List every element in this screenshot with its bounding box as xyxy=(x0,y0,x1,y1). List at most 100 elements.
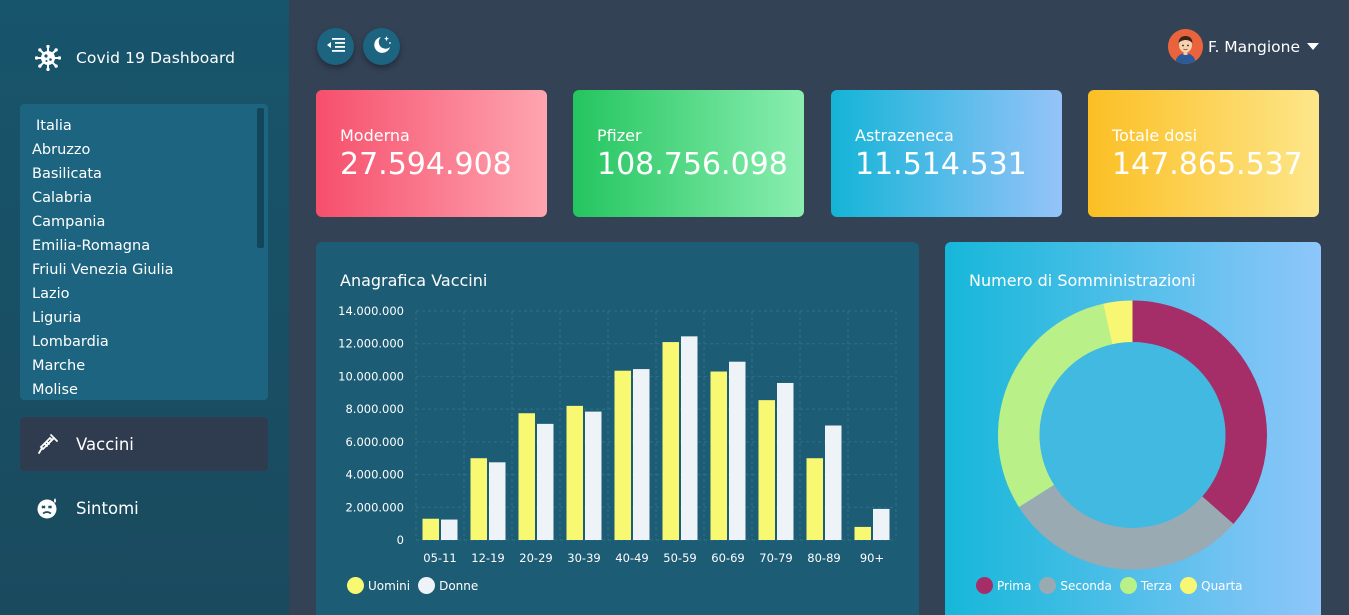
stat-card-moderna: Moderna 27.594.908 xyxy=(316,90,547,217)
y-tick-label: 12.000.000 xyxy=(338,337,404,351)
region-item-molise[interactable]: Molise xyxy=(32,380,268,400)
bar-uomini[interactable] xyxy=(422,518,440,540)
bar-donne[interactable] xyxy=(873,508,890,540)
legend-item-uomini[interactable]: Uomini xyxy=(347,577,410,594)
region-item-friuli-venezia-giulia[interactable]: Friuli Venezia Giulia xyxy=(32,260,268,284)
legend-swatch xyxy=(418,577,436,594)
bar-donne[interactable] xyxy=(825,425,842,541)
donut-chart-panel: Numero di Somministrazioni Prima Seconda… xyxy=(945,242,1321,615)
user-menu[interactable]: F. Mangione xyxy=(1168,29,1319,64)
y-tick-label: 2.000.000 xyxy=(345,500,404,514)
legend-item-quarta[interactable]: Quarta xyxy=(1180,577,1243,594)
brand[interactable]: Covid 19 Dashboard xyxy=(34,44,235,72)
legend-swatch xyxy=(1039,577,1057,594)
x-tick-label: 90+ xyxy=(860,551,884,565)
bar-donne[interactable] xyxy=(681,336,698,540)
legend-swatch xyxy=(976,577,993,594)
region-item-campania[interactable]: Campania xyxy=(32,212,268,236)
region-list-scrollbar[interactable] xyxy=(257,108,264,248)
legend-swatch xyxy=(347,577,364,594)
region-item-calabria[interactable]: Calabria xyxy=(32,188,268,212)
region-item-liguria[interactable]: Liguria xyxy=(32,308,268,332)
avatar xyxy=(1168,29,1204,64)
stat-card-label: Totale dosi xyxy=(1112,126,1198,145)
stat-card-value: 108.756.098 xyxy=(597,147,788,182)
region-list[interactable]: Italia Abruzzo Basilicata Calabria Campa… xyxy=(20,104,268,400)
legend-label: Quarta xyxy=(1201,578,1243,593)
legend-swatch xyxy=(1180,577,1198,594)
region-item-lazio[interactable]: Lazio xyxy=(32,284,268,308)
legend-label: Donne xyxy=(439,578,479,593)
region-item-italia[interactable]: Italia xyxy=(32,116,268,140)
bar-uomini[interactable] xyxy=(566,405,584,540)
nav-item-vaccini[interactable]: Vaccini xyxy=(20,417,268,471)
y-tick-label: 0 xyxy=(397,533,404,547)
stat-card-label: Moderna xyxy=(340,126,410,145)
x-tick-label: 60-69 xyxy=(711,551,744,565)
bar-donne[interactable] xyxy=(537,423,554,540)
stat-card-value: 147.865.537 xyxy=(1112,147,1303,182)
y-tick-label: 6.000.000 xyxy=(345,435,404,449)
y-tick-label: 14.000.000 xyxy=(338,304,404,318)
bar-uomini[interactable] xyxy=(758,400,776,540)
menu-indent-icon xyxy=(326,37,345,56)
theme-toggle-button[interactable] xyxy=(363,28,400,65)
legend-label: Prima xyxy=(997,578,1032,593)
legend-label: Uomini xyxy=(368,578,411,593)
legend-label: Terza xyxy=(1140,578,1173,593)
legend-swatch xyxy=(1119,577,1137,594)
bar-donne[interactable] xyxy=(633,369,650,540)
nav-label-vaccini: Vaccini xyxy=(76,434,134,454)
bar-donne[interactable] xyxy=(441,519,458,540)
bar-donne[interactable] xyxy=(777,382,794,540)
bar-uomini[interactable] xyxy=(854,526,872,540)
app-title: Covid 19 Dashboard xyxy=(76,49,236,67)
bar-uomini[interactable] xyxy=(470,458,488,540)
x-tick-label: 12-19 xyxy=(471,551,504,565)
sidebar-toggle-button[interactable] xyxy=(317,28,354,65)
donut-chart-legend: Prima Seconda Terza Quarta xyxy=(976,577,1251,594)
bar-chart-panel: Anagrafica Vaccini 0 2.000.000 4.000.000 6.… xyxy=(316,242,919,615)
region-item-lombardia[interactable]: Lombardia xyxy=(32,332,268,356)
legend-item-donne[interactable]: Donne xyxy=(418,577,478,594)
y-tick-label: 4.000.000 xyxy=(345,468,404,482)
legend-item-terza[interactable]: Terza xyxy=(1119,577,1173,594)
gridlines xyxy=(415,310,897,541)
bar-donne[interactable] xyxy=(729,361,746,540)
nav-label-sintomi: Sintomi xyxy=(76,498,139,518)
legend-item-seconda[interactable]: Seconda xyxy=(1039,577,1112,594)
sidebar: Covid 19 Dashboard Italia Abruzzo Basili… xyxy=(0,0,289,615)
stat-card-pfizer: Pfizer 108.756.098 xyxy=(573,90,804,217)
stat-card-label: Astrazeneca xyxy=(855,126,954,145)
bar-donne[interactable] xyxy=(489,462,506,540)
bar-uomini[interactable] xyxy=(614,370,632,540)
sick-face-icon xyxy=(36,496,60,520)
bar-uomini[interactable] xyxy=(710,371,728,540)
donut-chart xyxy=(998,300,1267,570)
y-tick-label: 8.000.000 xyxy=(345,402,404,416)
virus-icon xyxy=(34,44,62,72)
stat-card-totale-dosi: Totale dosi 147.865.537 xyxy=(1088,90,1319,217)
bar-uomini[interactable] xyxy=(518,413,536,540)
stat-card-value: 11.514.531 xyxy=(855,147,1027,182)
region-item-marche[interactable]: Marche xyxy=(32,356,268,380)
nav-item-sintomi[interactable]: Sintomi xyxy=(20,481,268,535)
moon-stars-icon xyxy=(372,35,392,59)
bar-donne[interactable] xyxy=(585,411,602,540)
stat-card-value: 27.594.908 xyxy=(340,147,512,182)
legend-label: Seconda xyxy=(1060,578,1112,593)
x-tick-label: 50-59 xyxy=(663,551,696,565)
bar-uomini[interactable] xyxy=(806,458,824,540)
region-item-abruzzo[interactable]: Abruzzo xyxy=(32,140,268,164)
region-item-basilicata[interactable]: Basilicata xyxy=(32,164,268,188)
chevron-down-icon xyxy=(1307,43,1319,50)
syringe-icon xyxy=(36,432,60,456)
x-tick-label: 20-29 xyxy=(519,551,552,565)
region-item-emilia-romagna[interactable]: Emilia-Romagna xyxy=(32,236,268,260)
x-tick-label: 05-11 xyxy=(423,551,456,565)
bar-uomini[interactable] xyxy=(662,342,680,540)
legend-item-prima[interactable]: Prima xyxy=(976,577,1031,594)
x-tick-label: 30-39 xyxy=(567,551,600,565)
donut-hole xyxy=(1039,342,1226,528)
stat-card-label: Pfizer xyxy=(597,126,642,145)
